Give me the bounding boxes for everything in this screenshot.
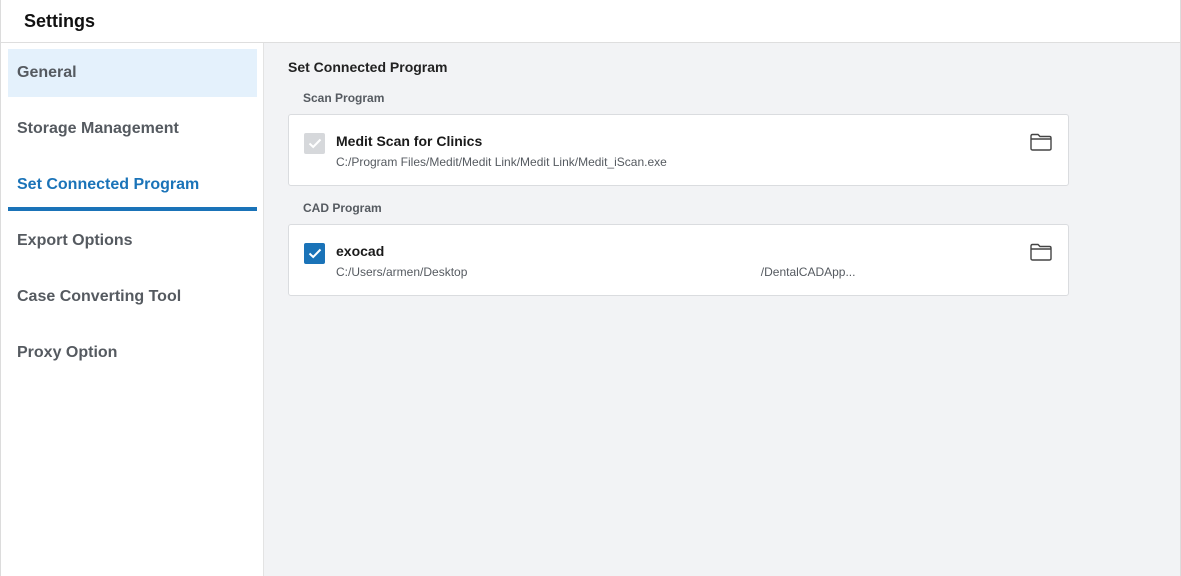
folder-icon xyxy=(1030,243,1052,261)
window-title: Settings xyxy=(24,10,96,31)
sidebar-item-set-connected-program[interactable]: Set Connected Program xyxy=(8,161,257,211)
cad-program-label: CAD Program xyxy=(303,201,382,215)
scan-program-folder-button[interactable] xyxy=(1030,133,1052,153)
sidebar-item-export-options[interactable]: Export Options xyxy=(8,217,257,265)
scan-program-path: C:/Program Files/Medit/Medit Link/Medit … xyxy=(336,155,667,169)
scan-program-label: Scan Program xyxy=(303,91,385,105)
settings-body: General Storage Management Set Connected… xyxy=(1,43,1180,576)
cad-program-folder-button[interactable] xyxy=(1030,243,1052,263)
section-title: Set Connected Program xyxy=(288,59,448,75)
sidebar-item-proxy-option[interactable]: Proxy Option xyxy=(8,329,257,377)
sidebar-item-general[interactable]: General xyxy=(8,49,257,97)
title-bar: Settings xyxy=(1,0,1180,43)
cad-program-checkbox[interactable] xyxy=(304,243,325,264)
cad-program-card: exocad C:/Users/armen/Desktop /DentalCAD… xyxy=(288,224,1069,296)
cad-program-name: exocad xyxy=(336,243,385,259)
check-icon xyxy=(308,138,321,149)
cad-program-path: C:/Users/armen/Desktop /DentalCADApp... xyxy=(336,265,856,279)
check-icon xyxy=(308,248,321,259)
settings-window: Settings General Storage Management Set … xyxy=(0,0,1181,576)
scan-program-name: Medit Scan for Clinics xyxy=(336,133,483,149)
sidebar-item-case-converting-tool[interactable]: Case Converting Tool xyxy=(8,273,257,321)
scan-program-checkbox xyxy=(304,133,325,154)
scan-program-card: Medit Scan for Clinics C:/Program Files/… xyxy=(288,114,1069,186)
settings-content: Set Connected Program Scan Program Medit… xyxy=(264,43,1180,576)
folder-icon xyxy=(1030,133,1052,151)
sidebar-item-storage-management[interactable]: Storage Management xyxy=(8,105,257,153)
settings-sidebar: General Storage Management Set Connected… xyxy=(1,43,264,576)
